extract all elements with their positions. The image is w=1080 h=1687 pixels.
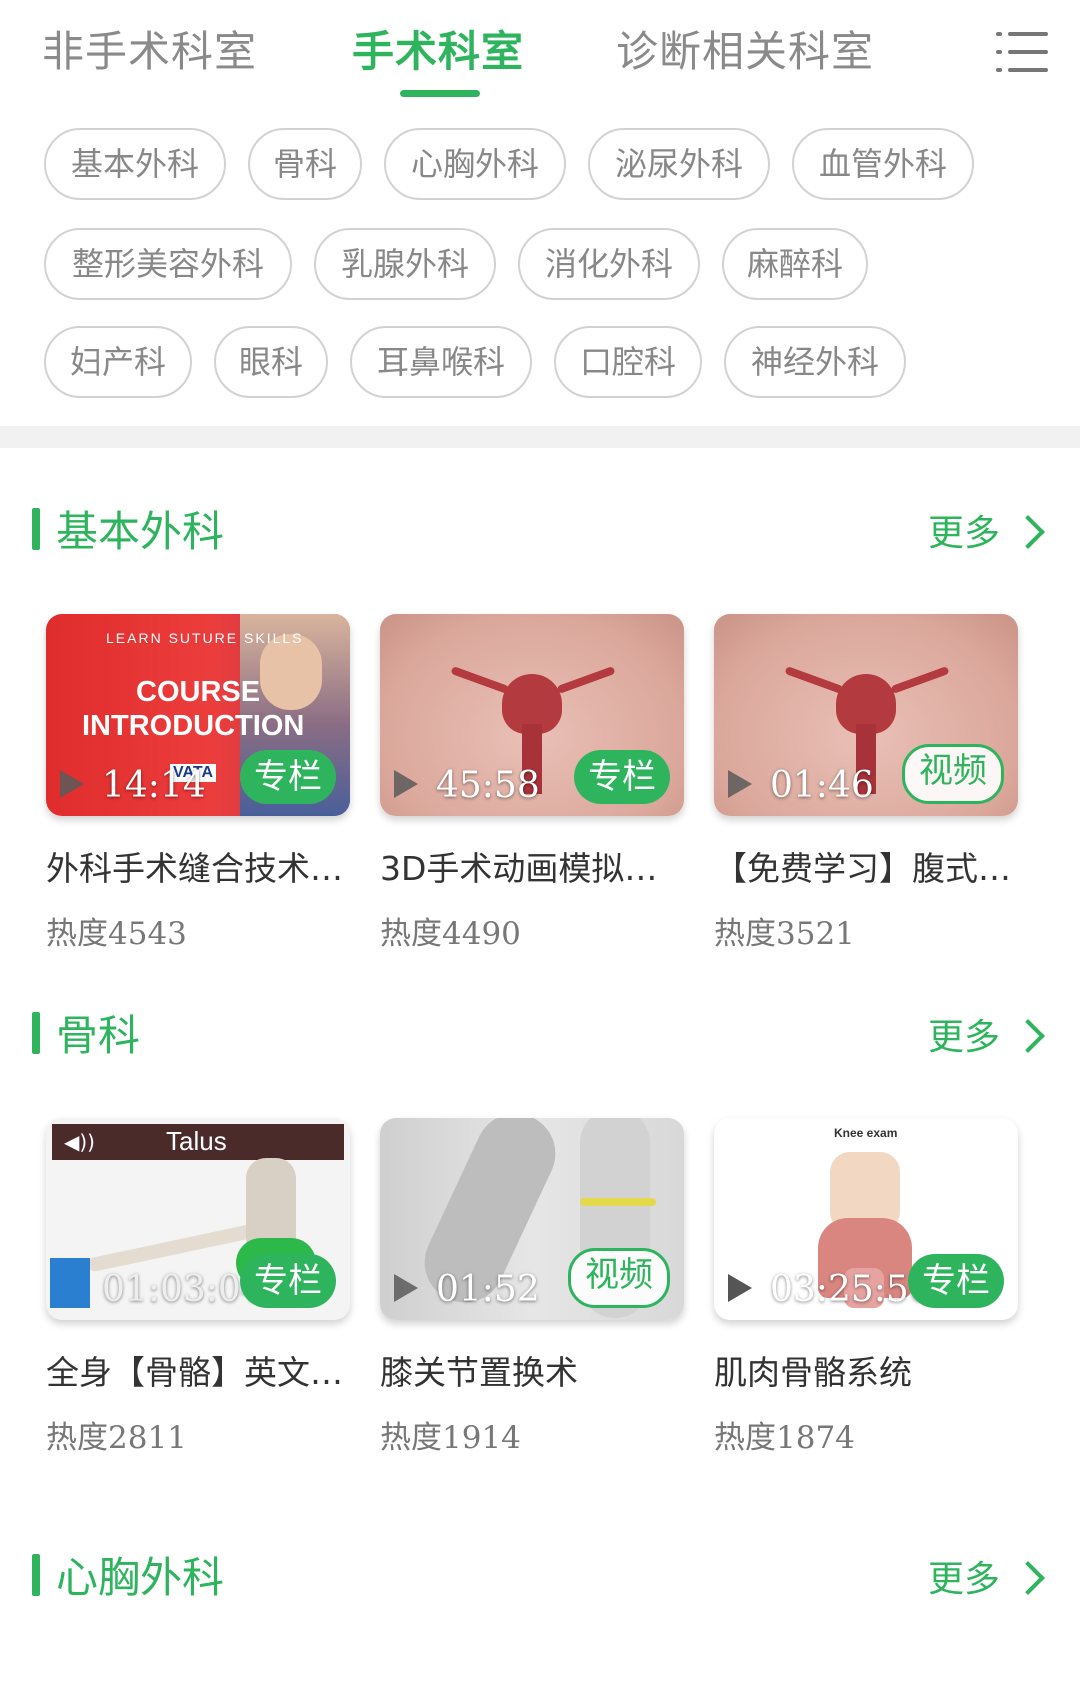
thumb-caption: LEARN SUTURE SKILLS [106, 630, 304, 646]
course-card[interactable]: 01:46 视频 【免费学习】腹式… 热度3521 [714, 614, 1018, 952]
chip-ophthalmology[interactable]: 眼科 [214, 326, 328, 398]
video-badge: 视频 [568, 1248, 670, 1308]
play-icon [60, 770, 84, 798]
chip-ent[interactable]: 耳鼻喉科 [350, 326, 532, 398]
play-icon [394, 770, 418, 798]
tab-diagnostic[interactable]: 诊断相关科室 [616, 18, 874, 79]
course-thumbnail[interactable]: ◀)) Talus 01:03:04 专栏 [46, 1118, 350, 1320]
chevron-right-icon[interactable] [1011, 1019, 1045, 1053]
video-duration: 01:46 [770, 765, 874, 806]
video-duration: 03:25:50 [770, 1269, 932, 1310]
department-tab-bar: 非手术科室 手术科室 诊断相关科室 [0, 0, 1080, 104]
thumb-caption: Knee exam [834, 1126, 898, 1140]
course-title: 全身【骨骼】英文… [46, 1353, 343, 1392]
subject-chip-group: 基本外科 骨科 心胸外科 泌尿外科 血管外科 整形美容外科 乳腺外科 消化外科 … [0, 104, 1080, 426]
heat-count: 热度2811 [46, 1420, 187, 1456]
heat-count: 热度4490 [380, 916, 521, 952]
video-badge: 视频 [902, 744, 1004, 804]
section-accent-bar [32, 508, 40, 550]
section-orthopedics: 骨科 更多 ◀)) Talus 01:03:04 专栏 全身【骨骼】英文… 热度… [0, 988, 1080, 1528]
more-link[interactable]: 更多 [928, 1550, 1000, 1602]
heat-count: 热度1874 [714, 1420, 855, 1456]
section-divider [0, 426, 1080, 448]
course-thumbnail[interactable]: 01:52 视频 [380, 1118, 684, 1320]
course-card[interactable]: ◀)) Talus 01:03:04 专栏 全身【骨骼】英文… 热度2811 [46, 1118, 350, 1456]
more-link[interactable]: 更多 [928, 504, 1000, 556]
video-duration: 14:14 [102, 765, 206, 806]
chip-cardiothoracic[interactable]: 心胸外科 [384, 128, 566, 200]
heat-count: 热度3521 [714, 916, 855, 952]
tab-non-surgical[interactable]: 非手术科室 [42, 18, 257, 79]
thumb-banner: Talus [166, 1126, 227, 1156]
column-badge: 专栏 [240, 1254, 336, 1308]
chip-anesthesia[interactable]: 麻醉科 [722, 228, 868, 300]
course-card[interactable]: 45:58 专栏 3D手术动画模拟… 热度4490 [380, 614, 684, 952]
chip-neurosurgery[interactable]: 神经外科 [724, 326, 906, 398]
section-title: 基本外科 [56, 507, 225, 556]
chip-obgyn[interactable]: 妇产科 [44, 326, 192, 398]
tab-surgical[interactable]: 手术科室 [352, 18, 524, 79]
section-accent-bar [32, 1012, 40, 1054]
chevron-right-icon[interactable] [1011, 1561, 1045, 1595]
course-title: 【免费学习】腹式… [714, 849, 1011, 888]
course-thumbnail[interactable]: LEARN SUTURE SKILLS COURSE INTRODUCTION … [46, 614, 350, 816]
thumb-heading: INTRODUCTION [82, 710, 305, 742]
active-tab-indicator [400, 90, 480, 97]
section-title: 心胸外科 [56, 1553, 225, 1602]
video-duration: 01:03:04 [102, 1269, 264, 1310]
section-general-surgery: 基本外科 更多 LEARN SUTURE SKILLS COURSE INTRO… [0, 448, 1080, 988]
play-icon [728, 770, 752, 798]
video-duration: 45:58 [436, 765, 540, 806]
play-icon [728, 1274, 752, 1302]
video-duration: 01:52 [436, 1269, 540, 1310]
chip-stomatology[interactable]: 口腔科 [554, 326, 702, 398]
column-badge: 专栏 [908, 1254, 1004, 1308]
chip-plastic[interactable]: 整形美容外科 [44, 228, 292, 300]
heat-count: 热度1914 [380, 1420, 521, 1456]
thumb-heading: COURSE [136, 676, 261, 708]
section-cardiothoracic: 心胸外科 更多 [0, 1528, 1080, 1683]
chip-digestive[interactable]: 消化外科 [518, 228, 700, 300]
chip-vascular[interactable]: 血管外科 [792, 128, 974, 200]
course-title: 膝关节置换术 [380, 1353, 578, 1392]
chip-urology[interactable]: 泌尿外科 [588, 128, 770, 200]
column-badge: 专栏 [240, 750, 336, 804]
course-card[interactable]: LEARN SUTURE SKILLS COURSE INTRODUCTION … [46, 614, 350, 952]
course-thumbnail[interactable]: 45:58 专栏 [380, 614, 684, 816]
course-thumbnail[interactable]: Knee exam 03:25:50 专栏 [714, 1118, 1018, 1320]
column-badge: 专栏 [574, 750, 670, 804]
section-title: 骨科 [56, 1011, 141, 1060]
chip-breast[interactable]: 乳腺外科 [314, 228, 496, 300]
course-title: 肌肉骨骼系统 [714, 1353, 912, 1392]
course-title: 3D手术动画模拟… [380, 849, 658, 888]
speaker-icon: ◀)) [64, 1130, 95, 1154]
chip-orthopedics[interactable]: 骨科 [248, 128, 362, 200]
course-card[interactable]: 01:52 视频 膝关节置换术 热度1914 [380, 1118, 684, 1456]
course-thumbnail[interactable]: 01:46 视频 [714, 614, 1018, 816]
heat-count: 热度4543 [46, 916, 187, 952]
section-accent-bar [32, 1554, 40, 1596]
course-title: 外科手术缝合技术… [46, 849, 343, 888]
chevron-right-icon[interactable] [1011, 515, 1045, 549]
play-icon [394, 1274, 418, 1302]
course-card[interactable]: Knee exam 03:25:50 专栏 肌肉骨骼系统 热度1874 [714, 1118, 1018, 1456]
more-link[interactable]: 更多 [928, 1008, 1000, 1060]
chip-general-surgery[interactable]: 基本外科 [44, 128, 226, 200]
list-menu-icon[interactable] [996, 28, 1048, 76]
